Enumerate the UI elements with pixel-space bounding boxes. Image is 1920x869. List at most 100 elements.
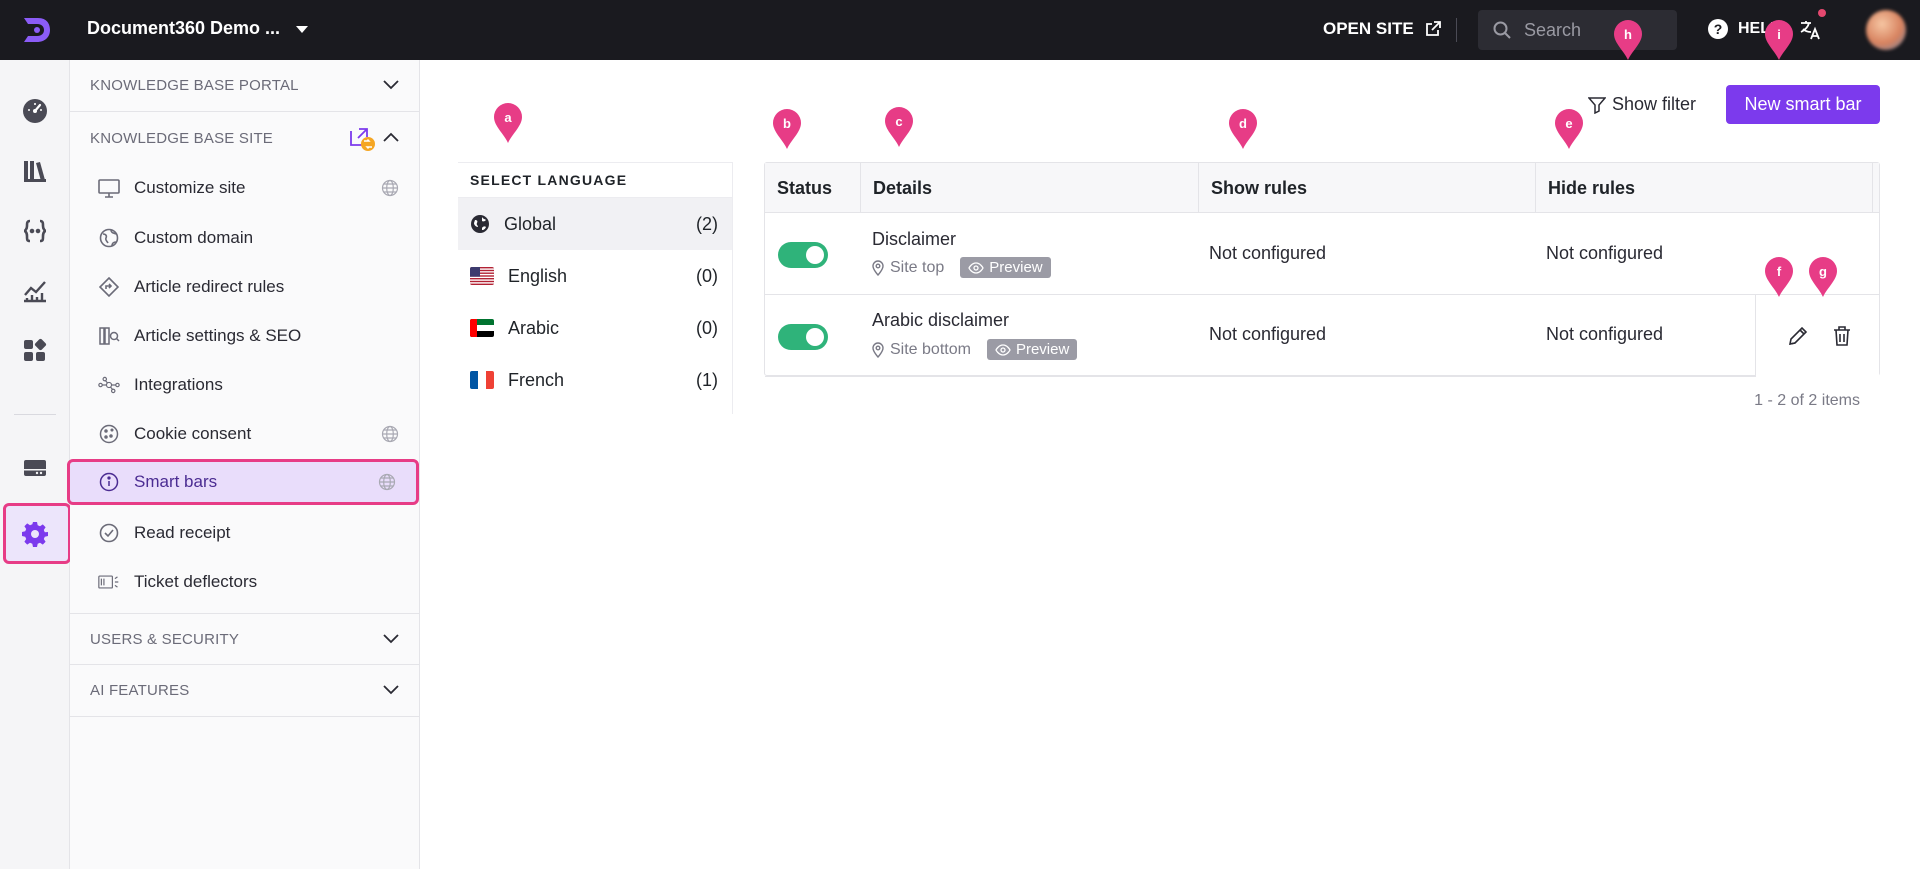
language-name: Global bbox=[504, 213, 557, 234]
globe-icon bbox=[378, 473, 396, 491]
language-count: (2) bbox=[696, 213, 718, 234]
dashboard-icon[interactable] bbox=[19, 95, 51, 127]
column-header-show-rules[interactable]: Show rules bbox=[1199, 163, 1536, 213]
sidebar-item-article-settings-seo[interactable]: Article settings & SEO bbox=[70, 313, 419, 359]
sidebar-item-smart-bars[interactable]: Smart bars bbox=[67, 459, 419, 505]
status-toggle[interactable] bbox=[778, 324, 828, 350]
chevron-down-icon bbox=[383, 685, 399, 695]
sidebar-item-customize-site[interactable]: Customize site bbox=[70, 165, 419, 211]
translate-icon[interactable] bbox=[1798, 18, 1822, 42]
monitor-icon bbox=[98, 177, 120, 199]
section-label: AI FEATURES bbox=[90, 682, 190, 699]
table-row[interactable]: Disclaimer Site top Preview Not configur… bbox=[765, 213, 1879, 295]
preview-button[interactable]: Preview bbox=[986, 339, 1078, 360]
table-header: Status Details Show rules Hide rules bbox=[765, 163, 1879, 213]
language-name: English bbox=[508, 265, 568, 286]
callout-label: a bbox=[504, 109, 512, 125]
open-site-link[interactable]: OPEN SITE bbox=[1323, 19, 1442, 39]
chevron-down-icon bbox=[383, 80, 399, 90]
column-header-details[interactable]: Details bbox=[861, 163, 1199, 213]
delete-icon[interactable] bbox=[1830, 324, 1854, 348]
edit-icon[interactable] bbox=[1786, 324, 1810, 348]
search-input[interactable]: Search bbox=[1478, 10, 1677, 50]
callout-marker-f: f bbox=[1765, 257, 1793, 297]
us-flag-icon bbox=[470, 267, 494, 285]
table-row[interactable]: Arabic disclaimer Site bottom Preview No… bbox=[765, 295, 1879, 377]
new-smart-bar-button[interactable]: New smart bar bbox=[1726, 85, 1880, 124]
language-item-arabic[interactable]: Arabic (0) bbox=[458, 302, 732, 354]
help-icon: ? bbox=[1708, 19, 1728, 39]
library-icon[interactable] bbox=[19, 155, 51, 187]
avatar[interactable] bbox=[1866, 10, 1906, 50]
location-pin-icon bbox=[872, 259, 884, 276]
show-filter-button[interactable]: Show filter bbox=[1588, 94, 1696, 115]
eye-icon bbox=[995, 343, 1011, 356]
search-placeholder: Search bbox=[1524, 19, 1582, 40]
sidebar-item-label: Article settings & SEO bbox=[134, 326, 302, 345]
ticket-icon bbox=[98, 571, 120, 593]
sidebar-item-cookie-consent[interactable]: Cookie consent bbox=[70, 411, 419, 457]
language-selector: SELECT LANGUAGE Global (2) English (0) A… bbox=[458, 162, 733, 414]
info-icon bbox=[98, 471, 120, 493]
chevron-down-icon bbox=[296, 26, 309, 33]
sidebar-item-integrations[interactable]: Integrations bbox=[70, 362, 419, 408]
section-label: KNOWLEDGE BASE SITE bbox=[90, 129, 274, 147]
language-item-english[interactable]: English (0) bbox=[458, 250, 732, 302]
document360-logo[interactable] bbox=[18, 12, 54, 48]
callout-label: g bbox=[1819, 263, 1827, 279]
callout-marker-b: b bbox=[773, 109, 801, 149]
project-name: Document360 Demo ... bbox=[87, 18, 281, 38]
section-label: USERS & SECURITY bbox=[90, 630, 240, 648]
sidebar-item-label: Integrations bbox=[134, 375, 223, 394]
pagination-summary: 1 - 2 of 2 items bbox=[1754, 392, 1860, 409]
project-selector[interactable]: Document360 Demo ... bbox=[87, 18, 309, 39]
seo-icon bbox=[98, 325, 120, 347]
globe-icon bbox=[381, 179, 399, 197]
callout-marker-i: i bbox=[1765, 20, 1793, 60]
language-item-french[interactable]: French (1) bbox=[458, 354, 732, 406]
drive-icon[interactable] bbox=[19, 452, 51, 484]
callout-label: h bbox=[1624, 26, 1632, 42]
sidebar-item-ticket-deflectors[interactable]: Ticket deflectors bbox=[70, 559, 419, 605]
sidebar-item-read-receipt[interactable]: Read receipt bbox=[70, 510, 419, 556]
api-icon[interactable] bbox=[19, 215, 51, 247]
open-site-label: OPEN SITE bbox=[1323, 19, 1414, 38]
column-header-hide-rules[interactable]: Hide rules bbox=[1536, 163, 1873, 213]
preview-button[interactable]: Preview bbox=[960, 257, 1051, 278]
preview-label: Preview bbox=[1015, 341, 1070, 358]
language-name: Arabic bbox=[508, 317, 560, 338]
smart-bar-location: Site top Preview bbox=[872, 257, 1051, 278]
globe-icon bbox=[471, 215, 489, 233]
redirect-icon bbox=[98, 276, 120, 298]
section-knowledge-base-site[interactable]: KNOWLEDGE BASE SITE bbox=[70, 112, 419, 164]
section-knowledge-base-portal[interactable]: KNOWLEDGE BASE PORTAL bbox=[70, 60, 419, 112]
row-actions bbox=[1755, 295, 1879, 377]
sidebar-item-label: Ticket deflectors bbox=[134, 572, 258, 591]
sidebar-item-label: Article redirect rules bbox=[134, 277, 285, 296]
smart-bar-name[interactable]: Disclaimer bbox=[872, 229, 956, 250]
section-ai-features[interactable]: AI FEATURES bbox=[70, 665, 419, 717]
site-switch-icon[interactable] bbox=[348, 126, 376, 152]
eye-icon bbox=[968, 261, 984, 274]
smart-bar-name[interactable]: Arabic disclaimer bbox=[872, 310, 1009, 331]
status-toggle[interactable] bbox=[778, 242, 828, 268]
divider bbox=[1456, 18, 1457, 42]
language-count: (0) bbox=[696, 317, 718, 338]
settings-icon[interactable] bbox=[19, 518, 51, 550]
chevron-up-icon bbox=[383, 132, 399, 142]
callout-marker-h: h bbox=[1614, 20, 1642, 60]
search-icon bbox=[1493, 21, 1511, 39]
apps-icon[interactable] bbox=[19, 335, 51, 367]
hide-rules-cell: Not configured bbox=[1546, 243, 1664, 263]
callout-marker-g: g bbox=[1809, 257, 1837, 297]
location-label: Site top bbox=[890, 258, 945, 276]
sidebar-item-article-redirect-rules[interactable]: Article redirect rules bbox=[70, 264, 419, 310]
language-item-global[interactable]: Global (2) bbox=[458, 198, 732, 250]
cookie-icon bbox=[98, 423, 120, 445]
sidebar-item-label: Cookie consent bbox=[134, 424, 252, 443]
section-users-security[interactable]: USERS & SECURITY bbox=[70, 613, 419, 665]
callout-marker-d: d bbox=[1229, 109, 1257, 149]
column-header-status[interactable]: Status bbox=[765, 163, 861, 213]
analytics-icon[interactable] bbox=[19, 275, 51, 307]
sidebar-item-custom-domain[interactable]: Custom domain bbox=[70, 215, 419, 261]
